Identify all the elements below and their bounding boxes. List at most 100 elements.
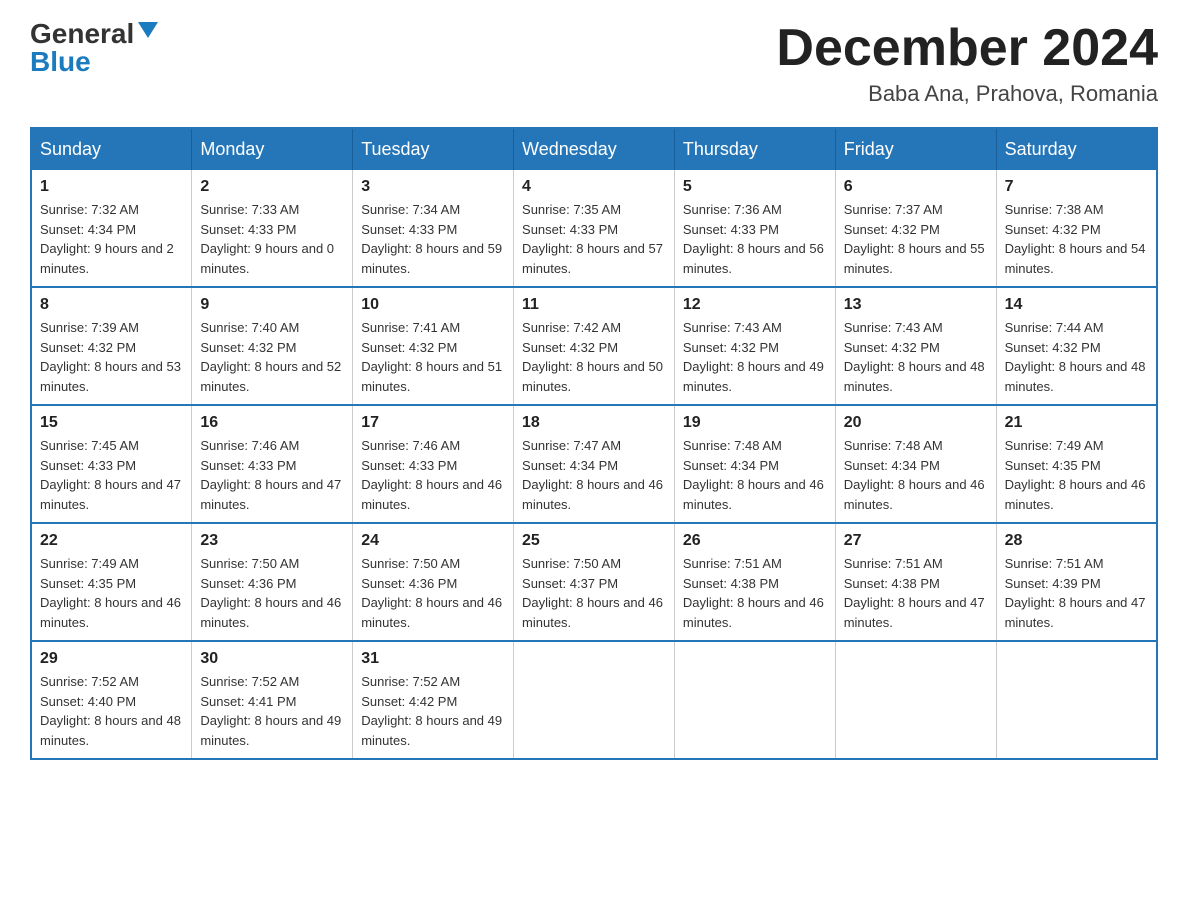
day-info: Sunrise: 7:52 AM Sunset: 4:41 PM Dayligh… bbox=[200, 672, 344, 750]
location-text: Baba Ana, Prahova, Romania bbox=[776, 81, 1158, 107]
day-info: Sunrise: 7:45 AM Sunset: 4:33 PM Dayligh… bbox=[40, 436, 183, 514]
day-info: Sunrise: 7:47 AM Sunset: 4:34 PM Dayligh… bbox=[522, 436, 666, 514]
calendar-cell: 30 Sunrise: 7:52 AM Sunset: 4:41 PM Dayl… bbox=[192, 641, 353, 759]
day-info: Sunrise: 7:51 AM Sunset: 4:38 PM Dayligh… bbox=[844, 554, 988, 632]
calendar-cell: 3 Sunrise: 7:34 AM Sunset: 4:33 PM Dayli… bbox=[353, 170, 514, 287]
day-info: Sunrise: 7:48 AM Sunset: 4:34 PM Dayligh… bbox=[683, 436, 827, 514]
day-number: 8 bbox=[40, 296, 183, 314]
calendar-header-wednesday: Wednesday bbox=[514, 128, 675, 170]
calendar-cell: 22 Sunrise: 7:49 AM Sunset: 4:35 PM Dayl… bbox=[31, 523, 192, 641]
day-info: Sunrise: 7:49 AM Sunset: 4:35 PM Dayligh… bbox=[1005, 436, 1148, 514]
calendar-header-tuesday: Tuesday bbox=[353, 128, 514, 170]
day-number: 25 bbox=[522, 532, 666, 550]
day-info: Sunrise: 7:42 AM Sunset: 4:32 PM Dayligh… bbox=[522, 318, 666, 396]
day-number: 30 bbox=[200, 650, 344, 668]
day-number: 11 bbox=[522, 296, 666, 314]
day-number: 12 bbox=[683, 296, 827, 314]
calendar-cell: 23 Sunrise: 7:50 AM Sunset: 4:36 PM Dayl… bbox=[192, 523, 353, 641]
calendar-week-row: 29 Sunrise: 7:52 AM Sunset: 4:40 PM Dayl… bbox=[31, 641, 1157, 759]
day-number: 22 bbox=[40, 532, 183, 550]
calendar-week-row: 1 Sunrise: 7:32 AM Sunset: 4:34 PM Dayli… bbox=[31, 170, 1157, 287]
day-info: Sunrise: 7:40 AM Sunset: 4:32 PM Dayligh… bbox=[200, 318, 344, 396]
calendar-cell: 31 Sunrise: 7:52 AM Sunset: 4:42 PM Dayl… bbox=[353, 641, 514, 759]
calendar-cell: 2 Sunrise: 7:33 AM Sunset: 4:33 PM Dayli… bbox=[192, 170, 353, 287]
calendar-cell: 26 Sunrise: 7:51 AM Sunset: 4:38 PM Dayl… bbox=[674, 523, 835, 641]
calendar-cell: 20 Sunrise: 7:48 AM Sunset: 4:34 PM Dayl… bbox=[835, 405, 996, 523]
calendar-cell: 21 Sunrise: 7:49 AM Sunset: 4:35 PM Dayl… bbox=[996, 405, 1157, 523]
page-header: General Blue December 2024 Baba Ana, Pra… bbox=[30, 20, 1158, 107]
calendar-cell: 18 Sunrise: 7:47 AM Sunset: 4:34 PM Dayl… bbox=[514, 405, 675, 523]
day-info: Sunrise: 7:36 AM Sunset: 4:33 PM Dayligh… bbox=[683, 200, 827, 278]
day-number: 28 bbox=[1005, 532, 1148, 550]
day-number: 2 bbox=[200, 178, 344, 196]
calendar-header-row: SundayMondayTuesdayWednesdayThursdayFrid… bbox=[31, 128, 1157, 170]
calendar-cell: 13 Sunrise: 7:43 AM Sunset: 4:32 PM Dayl… bbox=[835, 287, 996, 405]
logo-general-text: General bbox=[30, 20, 134, 48]
day-number: 7 bbox=[1005, 178, 1148, 196]
calendar-cell: 16 Sunrise: 7:46 AM Sunset: 4:33 PM Dayl… bbox=[192, 405, 353, 523]
month-title: December 2024 bbox=[776, 20, 1158, 77]
calendar-cell: 9 Sunrise: 7:40 AM Sunset: 4:32 PM Dayli… bbox=[192, 287, 353, 405]
day-number: 31 bbox=[361, 650, 505, 668]
calendar-cell: 14 Sunrise: 7:44 AM Sunset: 4:32 PM Dayl… bbox=[996, 287, 1157, 405]
day-number: 3 bbox=[361, 178, 505, 196]
day-number: 19 bbox=[683, 414, 827, 432]
day-number: 16 bbox=[200, 414, 344, 432]
calendar-week-row: 22 Sunrise: 7:49 AM Sunset: 4:35 PM Dayl… bbox=[31, 523, 1157, 641]
calendar-cell: 17 Sunrise: 7:46 AM Sunset: 4:33 PM Dayl… bbox=[353, 405, 514, 523]
day-number: 9 bbox=[200, 296, 344, 314]
day-info: Sunrise: 7:51 AM Sunset: 4:38 PM Dayligh… bbox=[683, 554, 827, 632]
day-number: 13 bbox=[844, 296, 988, 314]
day-number: 27 bbox=[844, 532, 988, 550]
calendar-cell: 4 Sunrise: 7:35 AM Sunset: 4:33 PM Dayli… bbox=[514, 170, 675, 287]
calendar-cell bbox=[514, 641, 675, 759]
logo: General Blue bbox=[30, 20, 158, 76]
day-info: Sunrise: 7:44 AM Sunset: 4:32 PM Dayligh… bbox=[1005, 318, 1148, 396]
day-info: Sunrise: 7:35 AM Sunset: 4:33 PM Dayligh… bbox=[522, 200, 666, 278]
day-info: Sunrise: 7:50 AM Sunset: 4:37 PM Dayligh… bbox=[522, 554, 666, 632]
logo-triangle-icon bbox=[138, 22, 158, 38]
day-info: Sunrise: 7:41 AM Sunset: 4:32 PM Dayligh… bbox=[361, 318, 505, 396]
day-info: Sunrise: 7:46 AM Sunset: 4:33 PM Dayligh… bbox=[200, 436, 344, 514]
day-info: Sunrise: 7:39 AM Sunset: 4:32 PM Dayligh… bbox=[40, 318, 183, 396]
day-number: 21 bbox=[1005, 414, 1148, 432]
calendar-cell: 29 Sunrise: 7:52 AM Sunset: 4:40 PM Dayl… bbox=[31, 641, 192, 759]
calendar-cell: 11 Sunrise: 7:42 AM Sunset: 4:32 PM Dayl… bbox=[514, 287, 675, 405]
day-info: Sunrise: 7:43 AM Sunset: 4:32 PM Dayligh… bbox=[683, 318, 827, 396]
calendar-header-saturday: Saturday bbox=[996, 128, 1157, 170]
calendar-header-thursday: Thursday bbox=[674, 128, 835, 170]
day-number: 26 bbox=[683, 532, 827, 550]
day-number: 23 bbox=[200, 532, 344, 550]
calendar-cell bbox=[835, 641, 996, 759]
calendar-cell: 8 Sunrise: 7:39 AM Sunset: 4:32 PM Dayli… bbox=[31, 287, 192, 405]
day-info: Sunrise: 7:52 AM Sunset: 4:40 PM Dayligh… bbox=[40, 672, 183, 750]
day-info: Sunrise: 7:51 AM Sunset: 4:39 PM Dayligh… bbox=[1005, 554, 1148, 632]
calendar-cell: 12 Sunrise: 7:43 AM Sunset: 4:32 PM Dayl… bbox=[674, 287, 835, 405]
day-info: Sunrise: 7:46 AM Sunset: 4:33 PM Dayligh… bbox=[361, 436, 505, 514]
day-info: Sunrise: 7:38 AM Sunset: 4:32 PM Dayligh… bbox=[1005, 200, 1148, 278]
calendar-header-sunday: Sunday bbox=[31, 128, 192, 170]
day-info: Sunrise: 7:34 AM Sunset: 4:33 PM Dayligh… bbox=[361, 200, 505, 278]
day-number: 18 bbox=[522, 414, 666, 432]
calendar-cell: 10 Sunrise: 7:41 AM Sunset: 4:32 PM Dayl… bbox=[353, 287, 514, 405]
day-info: Sunrise: 7:37 AM Sunset: 4:32 PM Dayligh… bbox=[844, 200, 988, 278]
day-number: 24 bbox=[361, 532, 505, 550]
calendar-cell: 5 Sunrise: 7:36 AM Sunset: 4:33 PM Dayli… bbox=[674, 170, 835, 287]
calendar-cell: 24 Sunrise: 7:50 AM Sunset: 4:36 PM Dayl… bbox=[353, 523, 514, 641]
calendar-header-friday: Friday bbox=[835, 128, 996, 170]
day-info: Sunrise: 7:43 AM Sunset: 4:32 PM Dayligh… bbox=[844, 318, 988, 396]
calendar-week-row: 15 Sunrise: 7:45 AM Sunset: 4:33 PM Dayl… bbox=[31, 405, 1157, 523]
logo-blue-text: Blue bbox=[30, 48, 91, 76]
day-number: 6 bbox=[844, 178, 988, 196]
calendar-cell bbox=[674, 641, 835, 759]
calendar-cell: 6 Sunrise: 7:37 AM Sunset: 4:32 PM Dayli… bbox=[835, 170, 996, 287]
day-info: Sunrise: 7:50 AM Sunset: 4:36 PM Dayligh… bbox=[361, 554, 505, 632]
calendar-cell: 7 Sunrise: 7:38 AM Sunset: 4:32 PM Dayli… bbox=[996, 170, 1157, 287]
calendar-header-monday: Monday bbox=[192, 128, 353, 170]
day-info: Sunrise: 7:52 AM Sunset: 4:42 PM Dayligh… bbox=[361, 672, 505, 750]
calendar-cell: 27 Sunrise: 7:51 AM Sunset: 4:38 PM Dayl… bbox=[835, 523, 996, 641]
calendar-cell: 28 Sunrise: 7:51 AM Sunset: 4:39 PM Dayl… bbox=[996, 523, 1157, 641]
title-section: December 2024 Baba Ana, Prahova, Romania bbox=[776, 20, 1158, 107]
calendar-week-row: 8 Sunrise: 7:39 AM Sunset: 4:32 PM Dayli… bbox=[31, 287, 1157, 405]
day-number: 1 bbox=[40, 178, 183, 196]
